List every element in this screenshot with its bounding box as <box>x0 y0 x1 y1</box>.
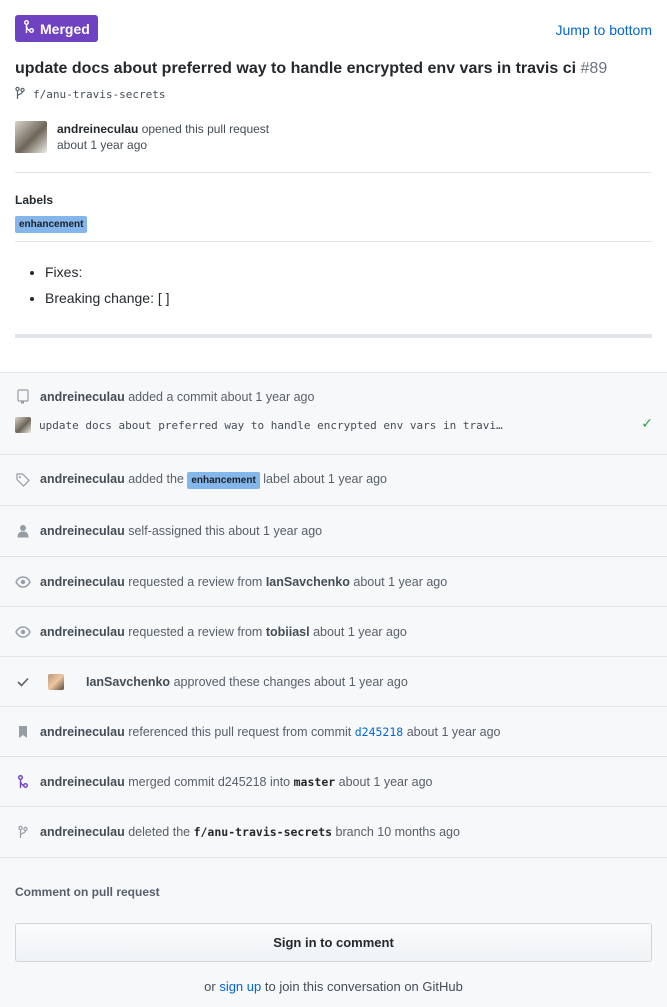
check-icon[interactable]: ✓ <box>641 415 653 432</box>
signup-suffix: to join this conversation on GitHub <box>264 979 463 994</box>
divider <box>15 172 652 173</box>
event-text: requested a review from <box>128 574 263 589</box>
branch-icon <box>15 825 31 839</box>
label-badge[interactable]: enhancement <box>15 216 88 233</box>
event-text: requested a review from <box>128 624 263 639</box>
pr-title-text: update docs about preferred way to handl… <box>15 60 577 77</box>
author-name[interactable]: andreineculau <box>57 122 138 136</box>
list-item: Breaking change: [ ] <box>45 285 652 311</box>
body-divider <box>15 334 652 338</box>
event-text: referenced this pull request from commit <box>128 724 352 739</box>
event-user[interactable]: andreineculau <box>40 390 125 404</box>
page-title: update docs about preferred way to handl… <box>15 58 652 80</box>
event-text: about 1 year ago <box>353 574 448 589</box>
timeline: andreineculau added a commit about 1 yea… <box>0 372 667 858</box>
event-user[interactable]: andreineculau <box>40 575 125 589</box>
timeline-commit: andreineculau added a commit about 1 yea… <box>0 373 667 455</box>
timeline-assign-event: andreineculau self-assigned this about 1… <box>0 506 667 557</box>
event-user[interactable]: andreineculau <box>40 775 125 789</box>
list-item: Fixes: <box>45 259 652 285</box>
comment-section: Sign in to comment or sign up to join th… <box>0 908 667 1007</box>
sign-in-button[interactable]: Sign in to comment <box>15 923 652 962</box>
author-time: about 1 year ago <box>57 138 148 152</box>
pr-header: Merged Jump to bottom update docs about … <box>0 0 667 372</box>
event-text: label about 1 year ago <box>263 471 387 486</box>
timeline-review-request: andreineculau requested a review from Ia… <box>0 557 667 607</box>
commit-icon <box>15 389 31 405</box>
event-user[interactable]: andreineculau <box>40 825 125 839</box>
timeline-label-event: andreineculau added the enhancement labe… <box>0 455 667 506</box>
event-user[interactable]: andreineculau <box>40 472 125 486</box>
bookmark-icon <box>15 725 31 739</box>
event-text: added the <box>128 471 184 486</box>
reviewer-name[interactable]: IanSavchenko <box>266 575 350 589</box>
jump-to-bottom-link[interactable]: Jump to bottom <box>556 22 653 38</box>
merge-icon <box>15 774 31 789</box>
avatar[interactable] <box>15 121 47 153</box>
timeline-merge: andreineculau merged commit d245218 into… <box>0 757 667 807</box>
divider <box>15 241 652 242</box>
pr-author: andreineculau opened this pull request a… <box>15 121 652 157</box>
event-user[interactable]: andreineculau <box>40 725 125 739</box>
commit-sha-link[interactable]: d245218 <box>355 725 403 739</box>
comment-heading: Comment on pull request <box>0 858 667 908</box>
avatar[interactable] <box>15 417 31 433</box>
event-text: about 1 year ago <box>313 624 407 639</box>
timeline-review-request: andreineculau requested a review from to… <box>0 607 667 657</box>
merge-icon <box>24 20 34 37</box>
event-text: about 1 year ago <box>338 774 433 789</box>
person-icon <box>15 524 31 538</box>
event-user[interactable]: andreineculau <box>40 524 125 538</box>
timeline-reference: andreineculau referenced this pull reque… <box>0 707 667 757</box>
eye-icon <box>15 575 31 588</box>
eye-icon <box>15 625 31 638</box>
branch-name: f/anu-travis-secrets <box>33 88 166 101</box>
event-text: merged commit d245218 into <box>128 774 291 789</box>
signup-prefix: or <box>204 979 216 994</box>
event-text: deleted the <box>128 825 191 839</box>
target-branch[interactable]: master <box>294 775 336 789</box>
avatar[interactable] <box>48 673 64 690</box>
timeline-delete-branch: andreineculau deleted the f/anu-travis-s… <box>0 807 667 858</box>
label-badge[interactable]: enhancement <box>187 471 260 489</box>
labels-heading: Labels <box>15 193 54 207</box>
event-text: branch 10 months ago <box>335 825 460 839</box>
deleted-branch-name: f/anu-travis-secrets <box>193 825 333 839</box>
status-badge: Merged <box>15 15 98 42</box>
pr-number: #89 <box>580 60 608 77</box>
pr-body: Fixes: Breaking change: [ ] <box>15 259 652 311</box>
event-text: about 1 year ago <box>406 724 501 739</box>
signup-line: or sign up to join this conversation on … <box>15 979 652 994</box>
event-text: self-assigned this about 1 year ago <box>128 524 323 538</box>
author-action: opened this pull request <box>141 122 270 136</box>
event-user[interactable]: andreineculau <box>40 625 125 639</box>
commit-message[interactable]: update docs about preferred way to handl… <box>39 419 503 432</box>
check-icon <box>15 677 31 687</box>
sign-up-link[interactable]: sign up <box>219 979 261 994</box>
timeline-approval: IanSavchenko approved these changes abou… <box>0 657 667 707</box>
author-info: andreineculau opened this pull request a… <box>57 121 269 157</box>
status-badge-label: Merged <box>40 20 90 37</box>
event-text: approved these changes about 1 year ago <box>173 674 408 689</box>
branch-icon <box>15 86 25 103</box>
event-text: added a commit about 1 year ago <box>128 390 315 404</box>
event-user[interactable]: IanSavchenko <box>86 675 170 689</box>
reviewer-name[interactable]: tobiiasl <box>266 625 310 639</box>
branch-info: f/anu-travis-secrets <box>15 86 652 103</box>
tag-icon <box>15 473 31 487</box>
